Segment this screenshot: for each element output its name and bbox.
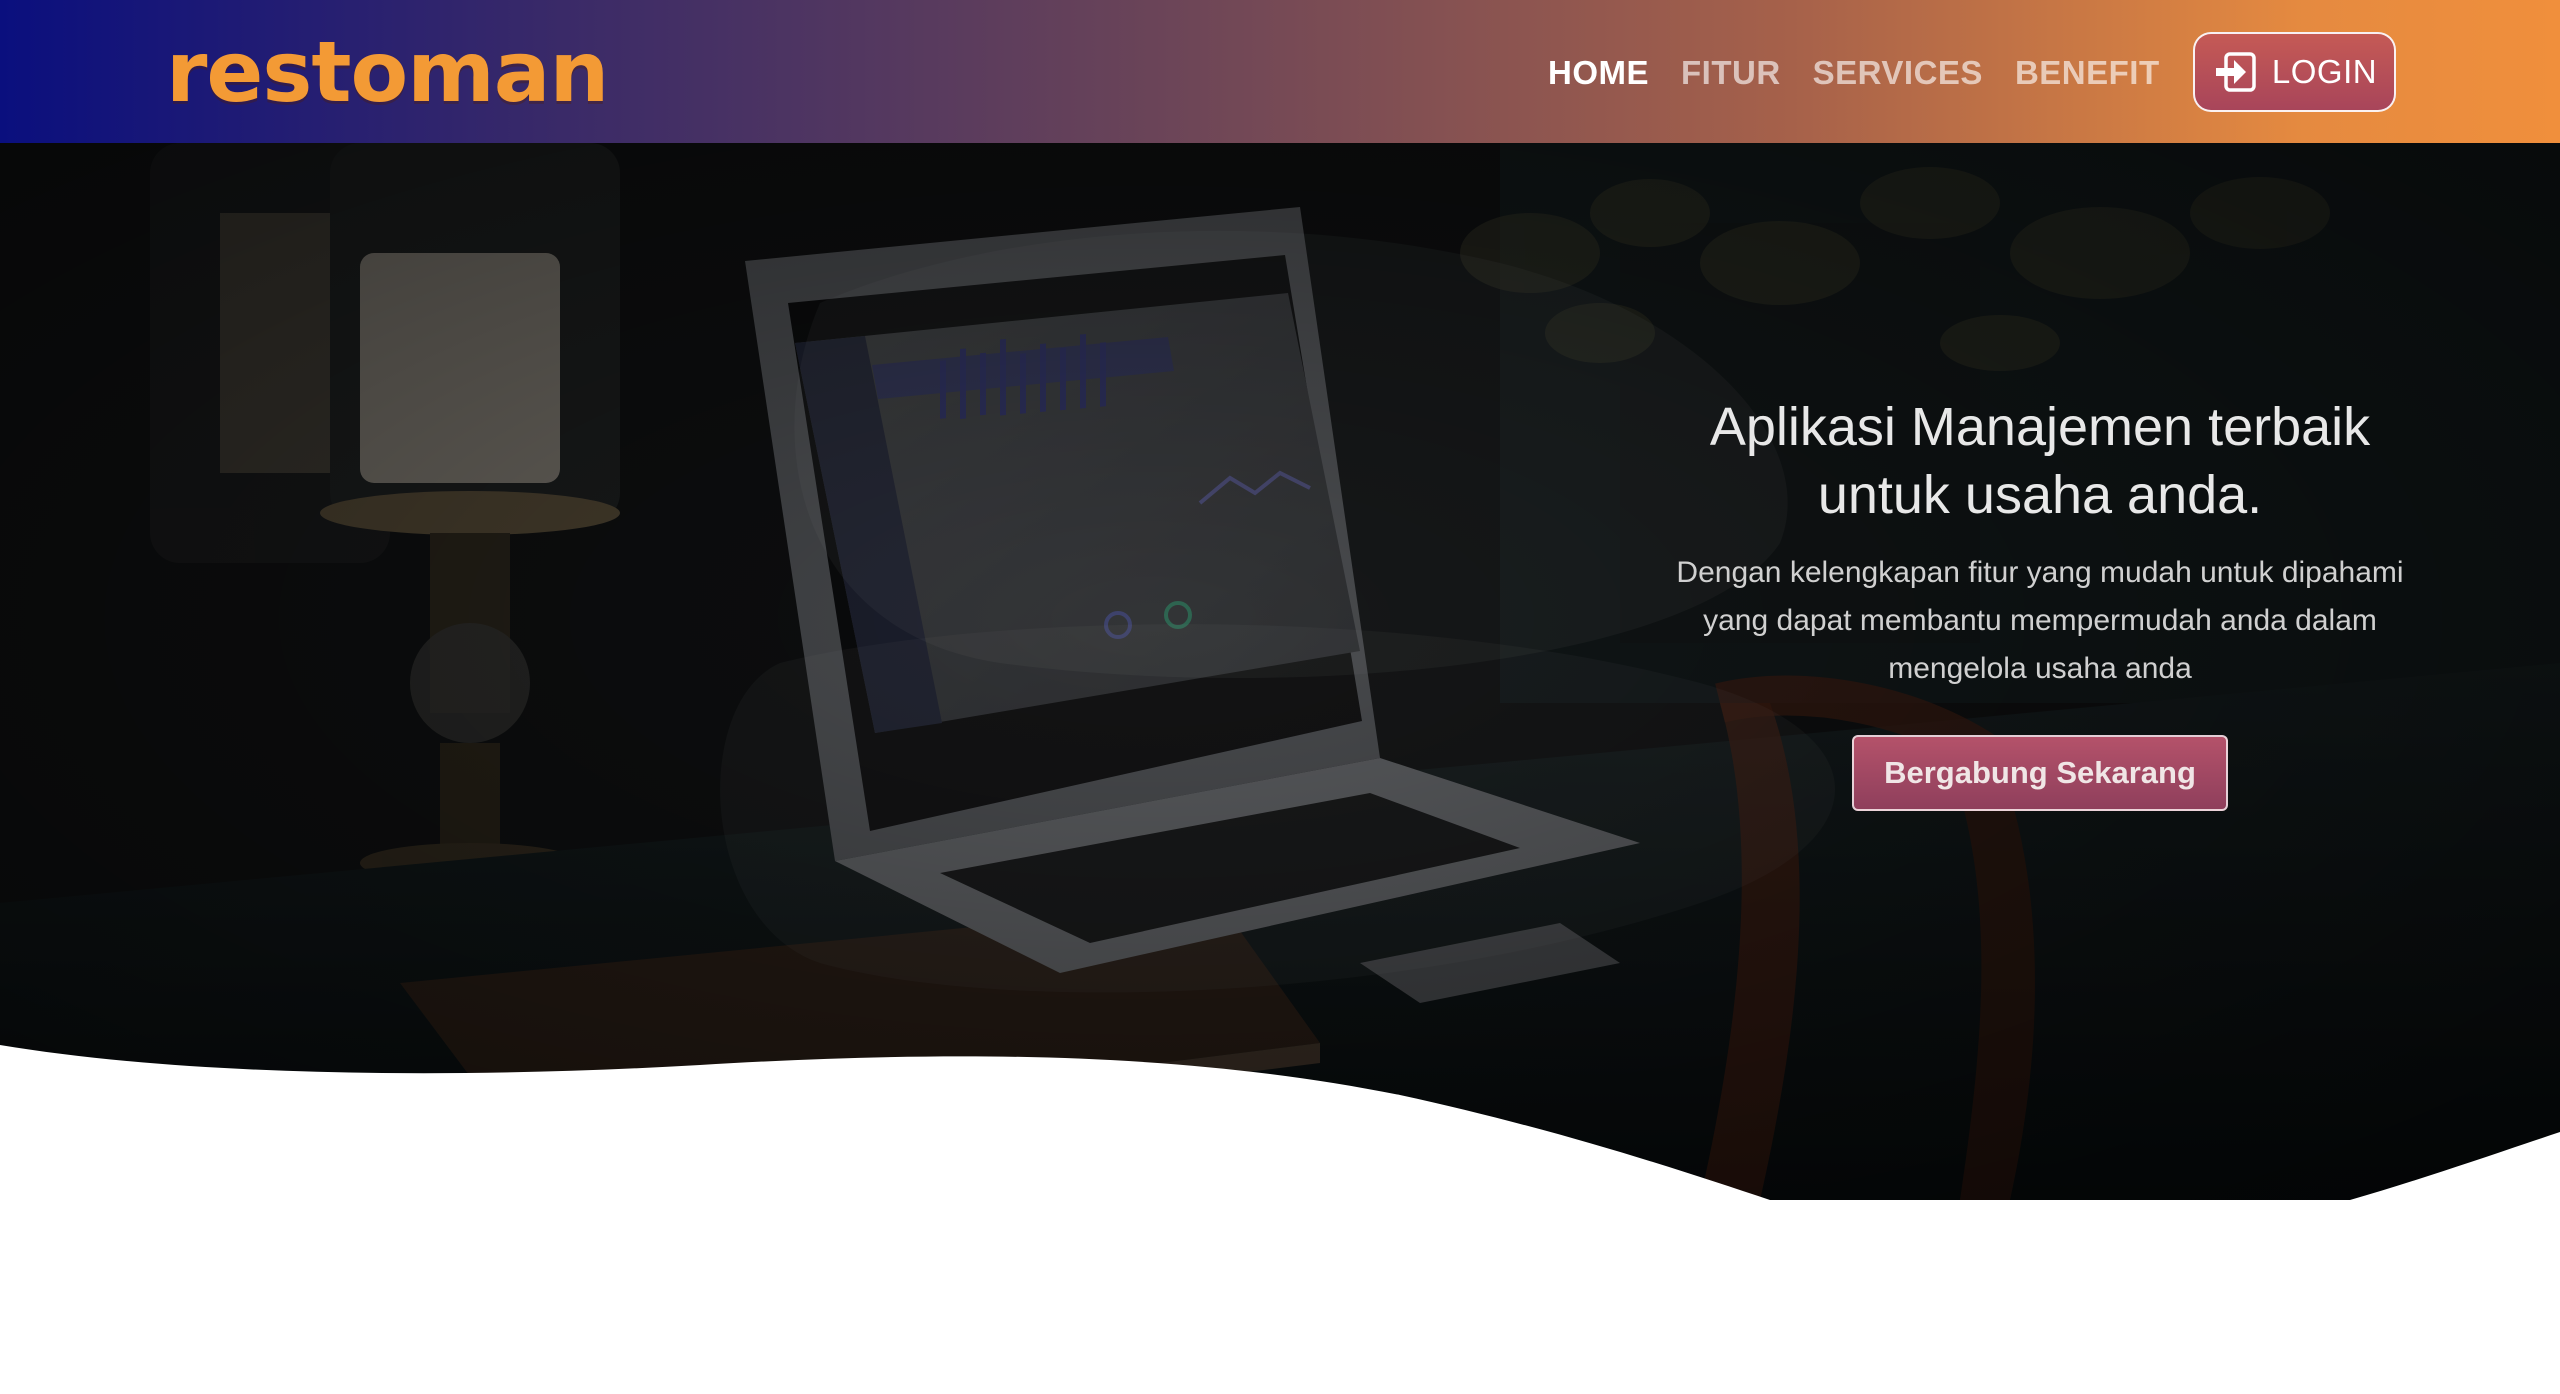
hero-subtitle-line-2: yang dapat membantu mempermudah anda dal… — [1703, 604, 2377, 637]
main-nav: HOME FITUR SERVICES BENEFIT — [1548, 48, 2160, 98]
nav-item-benefit[interactable]: BENEFIT — [2015, 54, 2160, 92]
hero-subtitle: Dengan kelengkapan fitur yang mudah untu… — [1640, 549, 2440, 693]
brand-logo[interactable]: restoman — [166, 22, 609, 122]
nav-item-services[interactable]: SERVICES — [1813, 54, 1983, 92]
hero-subtitle-line-3: mengelola usaha anda — [1888, 652, 2192, 685]
login-label: LOGIN — [2271, 53, 2378, 90]
hero-subtitle-line-1: Dengan kelengkapan fitur yang mudah untu… — [1676, 556, 2404, 589]
join-now-button[interactable]: Bergabung Sekarang — [1852, 735, 2228, 811]
hero-title-line-1: Aplikasi Manajemen terbaik — [1709, 397, 2371, 457]
hero-content: Aplikasi Manajemen terbaik untuk usaha a… — [1640, 393, 2440, 811]
nav-item-fitur[interactable]: FITUR — [1681, 54, 1781, 92]
login-icon — [2215, 52, 2256, 92]
navbar: restoman HOME FITUR SERVICES BENEFIT LOG… — [0, 0, 2560, 143]
hero-title-line-2: untuk usaha anda. — [1817, 465, 2263, 525]
login-button[interactable]: LOGIN — [2193, 32, 2396, 112]
nav-item-home[interactable]: HOME — [1548, 54, 1649, 92]
hero-title: Aplikasi Manajemen terbaik untuk usaha a… — [1640, 393, 2440, 529]
wave-divider — [0, 1045, 2560, 1200]
